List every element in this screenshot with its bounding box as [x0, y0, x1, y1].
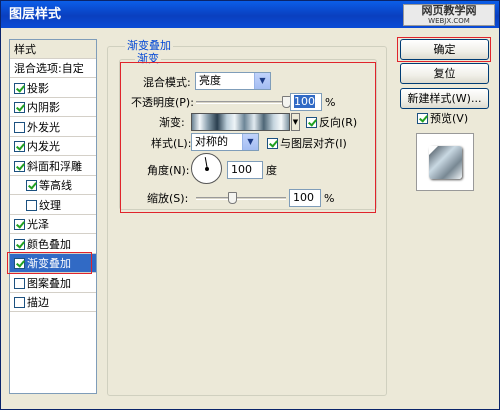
watermark-url: WEBJX.COM: [428, 17, 470, 25]
style-list-item[interactable]: 投影: [10, 79, 96, 98]
gradient-label: 渐变:: [159, 116, 185, 129]
reverse-label: 反向(R): [319, 116, 358, 129]
checkbox-icon[interactable]: [14, 160, 25, 172]
style-list-item[interactable]: 混合选项:自定: [10, 59, 96, 78]
blend-mode-value: 亮度: [199, 74, 221, 87]
style-preview-thumbnail: [416, 133, 474, 191]
style-value: 对称的: [195, 135, 228, 148]
angle-dial[interactable]: [191, 153, 222, 184]
highlight-box-ok: [397, 37, 491, 62]
angle-value: 100: [231, 163, 252, 176]
style-list-item-label: 混合选项:自定: [14, 62, 84, 75]
checkbox-icon[interactable]: [14, 82, 25, 94]
style-list-item[interactable]: 颜色叠加: [10, 235, 96, 254]
dial-center: [205, 167, 209, 171]
angle-unit: 度: [266, 164, 277, 177]
checkbox-icon[interactable]: [14, 141, 25, 152]
style-list: 样式 混合选项:自定 投影 内阴影 外发光 内发光 斜面和浮雕 等高线 纹理 光泽 颜色叠加 渐变叠…: [9, 39, 97, 394]
style-list-item-label: 描边: [27, 296, 49, 309]
style-list-item[interactable]: 图案叠加: [10, 274, 96, 293]
scale-slider-track[interactable]: [196, 197, 286, 200]
new-style-button[interactable]: 新建样式(W)...: [400, 88, 489, 109]
scale-slider-thumb[interactable]: [228, 192, 237, 204]
style-list-item[interactable]: 外发光: [10, 118, 96, 137]
new-style-label: 新建样式(W)...: [407, 92, 482, 105]
style-list-header: 样式: [10, 40, 96, 59]
scale-value: 100: [293, 191, 314, 204]
highlight-box-gradient-item: [7, 252, 92, 274]
opacity-input[interactable]: 100: [290, 93, 322, 111]
opacity-label: 不透明度(P):: [131, 96, 194, 109]
reverse-checkbox[interactable]: 反向(R): [306, 115, 357, 130]
checkbox-icon[interactable]: [14, 277, 25, 289]
checkbox-icon: [417, 113, 428, 124]
watermark-logo: 网页教学网 WEBJX.COM: [403, 4, 495, 26]
checkbox-icon[interactable]: [26, 199, 37, 211]
checkbox-icon: [306, 117, 317, 128]
style-list-item-label: 图案叠加: [27, 276, 71, 290]
style-label: 样式(L):: [151, 137, 192, 150]
style-list-item-label: 纹理: [39, 198, 61, 212]
checkbox-icon[interactable]: [26, 180, 37, 191]
opacity-unit: %: [325, 96, 336, 109]
checkbox-icon[interactable]: [14, 238, 25, 250]
scale-label: 缩放(S):: [147, 192, 189, 205]
blend-mode-select[interactable]: 亮度 ▼: [195, 72, 271, 90]
checkbox-icon[interactable]: [14, 102, 25, 113]
preview-corner: [429, 146, 438, 155]
chevron-down-icon: ▼: [292, 118, 299, 126]
layer-style-dialog: 图层样式 网页教学网 WEBJX.COM 样式 混合选项:自定投影内阴影外发光内…: [0, 0, 500, 410]
style-list-item-label: 光泽: [27, 218, 49, 231]
style-list-item-label: 外发光: [27, 120, 60, 134]
style-list-item-label: 内阴影: [27, 101, 60, 114]
style-select[interactable]: 对称的 ▼: [191, 133, 259, 151]
align-with-layer-checkbox[interactable]: 与图层对齐(I): [267, 136, 347, 151]
style-list-item-label: 斜面和浮雕: [27, 159, 82, 173]
chevron-down-icon: ▼: [242, 134, 258, 150]
style-list-item[interactable]: 内发光: [10, 137, 96, 156]
reset-label: 复位: [433, 67, 456, 80]
style-list-item-label: 等高线: [39, 179, 72, 192]
style-list-item[interactable]: 纹理: [10, 196, 96, 215]
watermark-text: 网页教学网: [421, 4, 477, 17]
style-list-item-label: 颜色叠加: [27, 237, 71, 251]
scale-input[interactable]: 100: [289, 189, 321, 207]
chevron-down-icon: ▼: [254, 73, 270, 89]
checkbox-icon: [267, 138, 278, 149]
checkbox-icon[interactable]: [14, 219, 25, 230]
style-list-item[interactable]: 描边: [10, 293, 96, 312]
gradient-picker-swatch[interactable]: [191, 113, 290, 131]
reset-button[interactable]: 复位: [400, 63, 489, 84]
checkbox-icon[interactable]: [14, 297, 25, 308]
style-list-item-label: 投影: [27, 81, 49, 95]
angle-input[interactable]: 100: [227, 161, 263, 179]
style-list-item[interactable]: 光泽: [10, 215, 96, 234]
blend-mode-label: 混合模式:: [143, 76, 191, 89]
scale-unit: %: [324, 192, 335, 205]
style-list-item-label: 内发光: [27, 140, 60, 153]
preview-checkbox[interactable]: 预览(V): [417, 111, 468, 126]
opacity-value: 100: [294, 95, 315, 108]
checkbox-icon[interactable]: [14, 121, 25, 133]
angle-label: 角度(N):: [147, 164, 190, 177]
style-list-item[interactable]: 内阴影: [10, 98, 96, 117]
style-list-item[interactable]: 等高线: [10, 176, 96, 195]
window-title: 图层样式: [9, 7, 62, 22]
preview-label: 预览(V): [430, 112, 469, 125]
gradient-dropdown-button[interactable]: ▼: [291, 113, 300, 131]
group-title: 渐变叠加: [125, 39, 173, 52]
style-list-item[interactable]: 斜面和浮雕: [10, 157, 96, 176]
align-label: 与图层对齐(I): [280, 137, 347, 150]
opacity-slider-track[interactable]: [196, 101, 286, 104]
